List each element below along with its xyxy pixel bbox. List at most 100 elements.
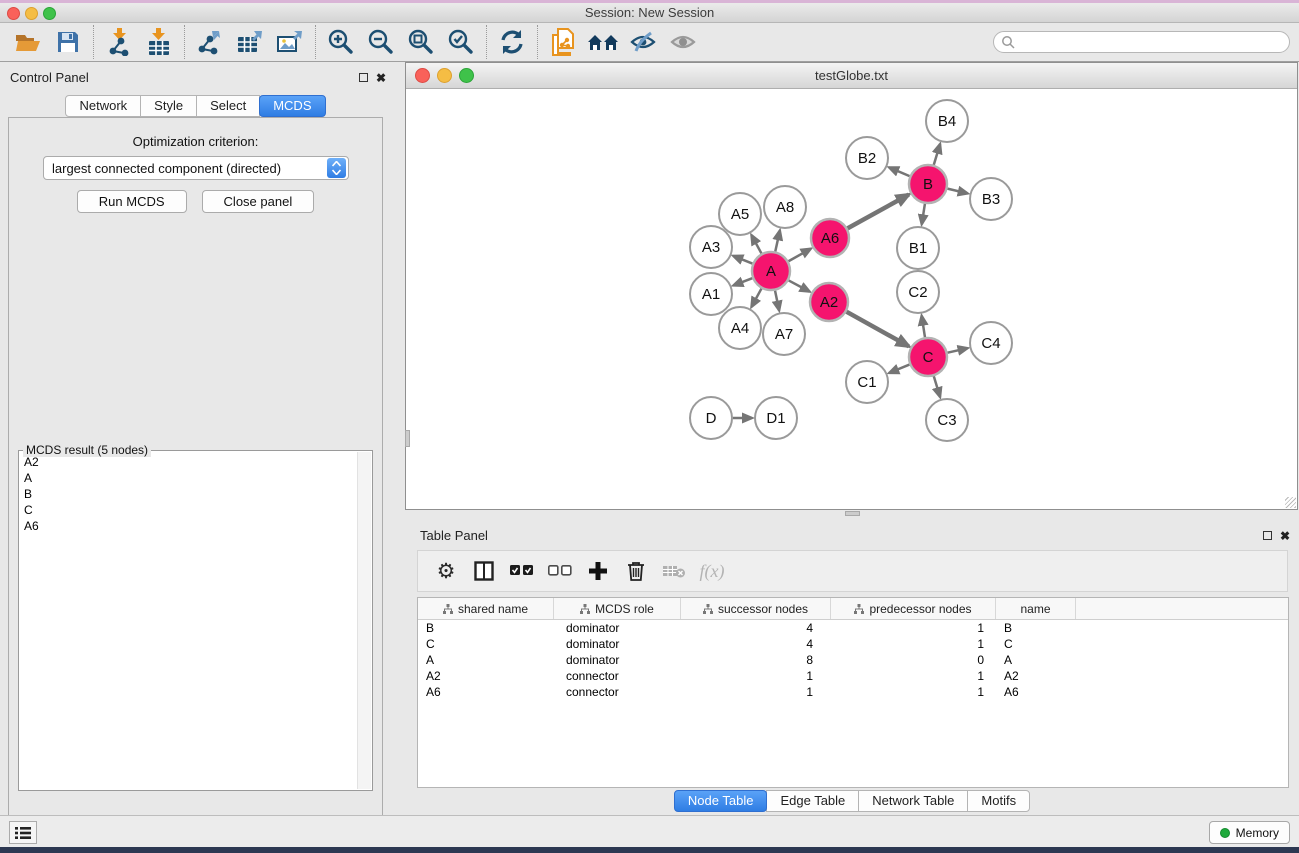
close-network-window-button[interactable] (415, 68, 430, 83)
open-session-button[interactable] (8, 25, 48, 59)
graph-node-C3[interactable]: C3 (926, 399, 968, 441)
graph-node-B2[interactable]: B2 (846, 137, 888, 179)
table-row[interactable]: Bdominator41B (418, 620, 1288, 636)
column-header-name[interactable]: name (996, 598, 1076, 619)
first-neighbors-button[interactable] (583, 25, 623, 59)
memory-button[interactable]: Memory (1209, 821, 1290, 844)
graph-node-B4[interactable]: B4 (926, 100, 968, 142)
result-scrollbar[interactable] (357, 452, 371, 789)
result-list-item[interactable]: C (20, 502, 357, 518)
hide-eye-slash-icon (629, 30, 657, 54)
save-session-button[interactable] (48, 25, 88, 59)
tab-motifs[interactable]: Motifs (967, 790, 1030, 812)
graph-node-B[interactable]: B (909, 165, 947, 203)
graph-node-B3[interactable]: B3 (970, 178, 1012, 220)
control-panel-tabs: NetworkStyleSelectMCDS (0, 95, 391, 117)
zoom-in-button[interactable] (321, 25, 361, 59)
tab-edge-table[interactable]: Edge Table (766, 790, 859, 812)
table-row[interactable]: Cdominator41C (418, 636, 1288, 652)
graph-node-C4[interactable]: C4 (970, 322, 1012, 364)
control-panel-header: Control Panel ✖ (0, 62, 391, 90)
graph-node-A7[interactable]: A7 (763, 313, 805, 355)
new-network-from-selection-button[interactable] (543, 25, 583, 59)
import-network-button[interactable] (99, 25, 139, 59)
graph-node-A1[interactable]: A1 (690, 273, 732, 315)
close-panel-button[interactable]: ✖ (374, 71, 388, 84)
tab-node-table[interactable]: Node Table (674, 790, 768, 812)
graph-node-C[interactable]: C (909, 338, 947, 376)
table-settings-button[interactable]: ⚙ (427, 554, 465, 588)
delete-columns-button[interactable] (617, 554, 655, 588)
close-panel-action-button[interactable]: Close panel (202, 190, 315, 213)
graph-node-A4[interactable]: A4 (719, 307, 761, 349)
edge-A2-C (846, 312, 908, 347)
cell-name: A2 (996, 668, 1076, 684)
tab-network[interactable]: Network (65, 95, 141, 117)
table-row[interactable]: A2connector11A2 (418, 668, 1288, 684)
graph-node-A8[interactable]: A8 (764, 186, 806, 228)
apply-layout-button[interactable] (492, 25, 532, 59)
float-panel-button[interactable] (356, 71, 370, 84)
zoom-fit-button[interactable] (401, 25, 441, 59)
network-canvas[interactable]: B4 B2 B B3 A8A5 A6 A3 B1 A C2 A1 A2 A4A7 C4 C C1 D D1 C3 (406, 89, 1297, 509)
graph-node-A5[interactable]: A5 (719, 193, 761, 235)
float-table-panel-button[interactable] (1260, 529, 1274, 542)
close-window-button[interactable] (7, 7, 20, 20)
close-table-panel-button[interactable]: ✖ (1278, 529, 1292, 542)
table-row[interactable]: Adominator80A (418, 652, 1288, 668)
import-table-button[interactable] (139, 25, 179, 59)
window-resize-grip[interactable] (1285, 497, 1296, 508)
result-list-item[interactable]: A6 (20, 518, 357, 534)
column-header-predecessor-nodes[interactable]: predecessor nodes (831, 598, 996, 619)
graph-node-D1[interactable]: D1 (755, 397, 797, 439)
show-all-button[interactable] (663, 25, 703, 59)
show-eye-icon (669, 30, 697, 54)
column-header-shared-name[interactable]: shared name (418, 598, 554, 619)
result-list-item[interactable]: A2 (20, 454, 357, 470)
run-mcds-button[interactable]: Run MCDS (77, 190, 187, 213)
search-icon (1001, 35, 1015, 49)
unchecked-boxes-icon (548, 565, 572, 577)
result-list-item[interactable]: B (20, 486, 357, 502)
svg-text:B3: B3 (982, 191, 1000, 208)
hide-selected-button[interactable] (623, 25, 663, 59)
zoom-out-button[interactable] (361, 25, 401, 59)
graph-node-D[interactable]: D (690, 397, 732, 439)
tab-network-table[interactable]: Network Table (858, 790, 968, 812)
tab-select[interactable]: Select (196, 95, 260, 117)
create-new-column-button[interactable] (579, 554, 617, 588)
export-network-button[interactable] (190, 25, 230, 59)
criterion-dropdown[interactable]: largest connected component (directed) (43, 156, 349, 180)
deselect-all-columns-button[interactable] (541, 554, 579, 588)
column-header-label: shared name (458, 602, 528, 616)
task-history-button[interactable] (9, 821, 37, 844)
column-header-successor-nodes[interactable]: successor nodes (681, 598, 831, 619)
canvas-splitter-handle-bottom[interactable] (845, 511, 860, 516)
tab-mcds[interactable]: MCDS (259, 95, 325, 117)
minimize-window-button[interactable] (25, 7, 38, 20)
select-all-columns-button[interactable] (503, 554, 541, 588)
graph-node-C2[interactable]: C2 (897, 271, 939, 313)
graph-node-A3[interactable]: A3 (690, 226, 732, 268)
table-row[interactable]: A6connector11A6 (418, 684, 1288, 700)
search-input[interactable] (1015, 33, 1289, 51)
memory-status-icon (1220, 828, 1230, 838)
minimize-network-window-button[interactable] (437, 68, 452, 83)
memory-label: Memory (1236, 826, 1279, 840)
tab-style[interactable]: Style (140, 95, 197, 117)
column-header-MCDS-role[interactable]: MCDS role (554, 598, 681, 619)
zoom-network-window-button[interactable] (459, 68, 474, 83)
graph-node-A6[interactable]: A6 (811, 219, 849, 257)
export-table-button[interactable] (230, 25, 270, 59)
zoom-window-button[interactable] (43, 7, 56, 20)
graph-node-A2[interactable]: A2 (810, 283, 848, 321)
export-image-button[interactable] (270, 25, 310, 59)
canvas-splitter-handle-left[interactable] (405, 430, 410, 447)
graph-node-C1[interactable]: C1 (846, 361, 888, 403)
graph-node-B1[interactable]: B1 (897, 227, 939, 269)
result-list-item[interactable]: A (20, 470, 357, 486)
zoom-selected-button[interactable] (441, 25, 481, 59)
cell-shared_name: A6 (418, 684, 554, 700)
split-panel-mode-button[interactable] (465, 554, 503, 588)
graph-node-A[interactable]: A (752, 252, 790, 290)
